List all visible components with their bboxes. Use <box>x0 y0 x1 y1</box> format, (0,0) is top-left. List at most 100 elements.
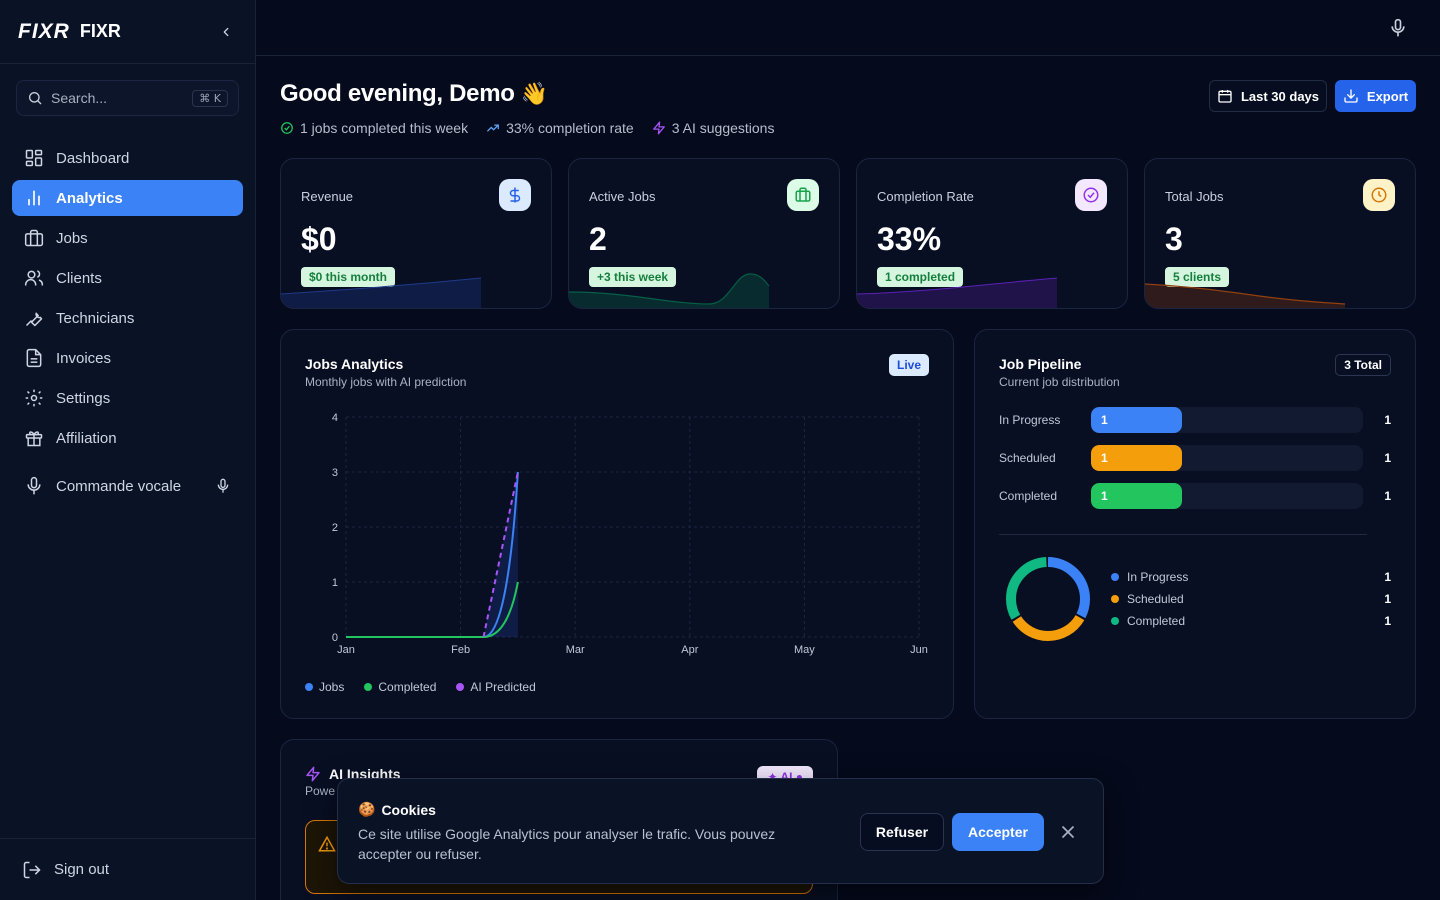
sidebar-item-settings[interactable]: Settings <box>12 380 243 416</box>
microphone-icon[interactable] <box>215 478 231 494</box>
x-tick-label: Apr <box>681 644 698 656</box>
legend-value: 1 <box>1384 592 1391 606</box>
dashboard-icon <box>25 149 43 167</box>
sidebar-item-clients[interactable]: Clients <box>12 260 243 296</box>
stat-card-revenue[interactable]: Revenue $0 $0 this month <box>280 158 552 309</box>
pipeline-track: 1 <box>1091 483 1363 509</box>
panel-subtitle: Powe <box>305 784 336 798</box>
page-title: Good evening, Demo 👋 <box>280 80 548 108</box>
stat-card-label: Completion Rate <box>877 189 974 204</box>
sign-out-button[interactable]: Sign out <box>0 838 255 900</box>
refuse-button[interactable]: Refuser <box>860 813 944 851</box>
sidebar-item-jobs[interactable]: Jobs <box>12 220 243 256</box>
sidebar-item-voice-command[interactable]: Commande vocale <box>12 468 243 504</box>
close-icon[interactable] <box>1058 822 1078 842</box>
sidebar-item-label: Jobs <box>56 229 88 247</box>
x-tick-label: Mar <box>566 644 585 656</box>
sparkline <box>1145 283 1346 308</box>
file-text-icon <box>26 348 42 368</box>
sidebar-item-label: Analytics <box>56 189 123 207</box>
download-icon <box>1344 89 1358 103</box>
pipeline-row-completed[interactable]: Completed 1 1 <box>999 483 1391 509</box>
microphone-icon[interactable] <box>1388 18 1408 38</box>
pipeline-track: 1 <box>1091 445 1363 471</box>
brand-name: FIXR <box>79 21 121 41</box>
calendar-icon <box>1218 90 1232 103</box>
date-range-button[interactable]: Last 30 days <box>1209 80 1327 112</box>
warning-icon <box>318 835 336 852</box>
donut-legend-item[interactable]: Scheduled 1 <box>1111 588 1391 610</box>
gear-icon <box>25 389 43 407</box>
legend-item-jobs[interactable]: Jobs <box>305 680 344 694</box>
stat-card-label: Active Jobs <box>589 189 656 204</box>
stat-card-total-jobs[interactable]: Total Jobs 3 5 clients <box>1144 158 1416 309</box>
pipeline-bar: 1 <box>1091 445 1182 471</box>
y-tick-label: 4 <box>332 412 338 424</box>
jobs-analytics-panel: Jobs Analytics Monthly jobs with AI pred… <box>280 329 954 719</box>
header-stats: 1 jobs completed this week 33% completio… <box>280 120 774 136</box>
legend-value: 1 <box>1384 570 1391 584</box>
check-circle-icon <box>1075 179 1107 211</box>
export-button[interactable]: Export <box>1335 80 1416 112</box>
pipeline-count: 1 <box>1384 489 1391 503</box>
sidebar-item-analytics[interactable]: Analytics <box>12 180 243 216</box>
pipeline-row-in-progress[interactable]: In Progress 1 1 <box>999 407 1391 433</box>
legend-label: Scheduled <box>1127 592 1184 606</box>
donut-legend-item[interactable]: Completed 1 <box>1111 610 1391 632</box>
cookie-title-text: Cookies <box>381 801 436 818</box>
collapse-sidebar-button[interactable] <box>215 21 237 43</box>
sidebar-item-label: Invoices <box>56 349 112 367</box>
sidebar-item-affiliation[interactable]: Affiliation <box>12 420 243 456</box>
total-badge: 3 Total <box>1335 354 1391 376</box>
donut-legend-item[interactable]: In Progress 1 <box>1111 566 1391 588</box>
x-tick-label: Feb <box>451 644 470 656</box>
y-tick-label: 3 <box>332 467 338 479</box>
stat-card-value: 33% <box>877 221 942 257</box>
donut-legend: In Progress 1 Scheduled 1 Completed 1 <box>1111 566 1391 632</box>
check-circle-icon <box>281 122 293 134</box>
y-tick-label: 1 <box>332 577 338 589</box>
chevron-left-icon <box>223 27 229 36</box>
bar-chart-icon <box>28 190 40 206</box>
stat-text: 1 jobs completed this week <box>300 120 469 136</box>
stat-card-completion-rate[interactable]: Completion Rate 33% 1 completed <box>856 158 1128 309</box>
legend-label: Completed <box>378 680 437 694</box>
wave-emoji: 👋 <box>520 81 548 106</box>
pipeline-count: 1 <box>1384 451 1391 465</box>
stat-card-active-jobs[interactable]: Active Jobs 2 +3 this week <box>568 158 840 309</box>
brand-logo[interactable]: FIXR <box>18 20 70 44</box>
pipeline-count: 1 <box>1384 413 1391 427</box>
stat-card-value: $0 <box>301 221 337 257</box>
sidebar-item-label: Settings <box>56 389 111 407</box>
gift-icon <box>25 431 43 447</box>
panel-subtitle: Current job distribution <box>999 375 1120 389</box>
accept-button[interactable]: Accepter <box>952 813 1044 851</box>
legend-item-ai-predicted[interactable]: AI Predicted <box>456 680 536 694</box>
pipeline-row-scheduled[interactable]: Scheduled 1 1 <box>999 445 1391 471</box>
chart-legend: Jobs Completed AI Predicted <box>305 680 536 694</box>
legend-item-completed[interactable]: Completed <box>364 680 436 694</box>
pipeline-donut-chart <box>1006 557 1090 641</box>
search-input[interactable]: Search... ⌘ K <box>16 80 239 116</box>
legend-label: Completed <box>1127 614 1186 628</box>
sidebar-item-technicians[interactable]: Technicians <box>12 300 243 336</box>
pipeline-bar: 1 <box>1091 407 1182 433</box>
sidebar-item-invoices[interactable]: Invoices <box>12 340 243 376</box>
pipeline-label: In Progress <box>999 413 1061 427</box>
zap-icon <box>306 766 320 782</box>
sidebar-nav: Dashboard Analytics Jobs Clients Technic… <box>0 140 255 504</box>
logout-icon <box>23 861 41 878</box>
legend-value: 1 <box>1384 614 1391 628</box>
stat-jobs-completed: 1 jobs completed this week <box>280 120 468 136</box>
dollar-icon <box>499 179 531 211</box>
users-icon <box>24 270 44 286</box>
stat-text: 33% completion rate <box>506 120 634 136</box>
sidebar-item-dashboard[interactable]: Dashboard <box>12 140 243 176</box>
stat-card-label: Total Jobs <box>1165 189 1224 204</box>
sidebar-item-label: Commande vocale <box>56 477 182 495</box>
sidebar-item-label: Technicians <box>56 309 135 327</box>
sparkline <box>857 277 1058 308</box>
stat-text: 3 AI suggestions <box>671 120 775 136</box>
sparkline <box>281 277 482 308</box>
search-placeholder: Search... <box>51 90 108 106</box>
